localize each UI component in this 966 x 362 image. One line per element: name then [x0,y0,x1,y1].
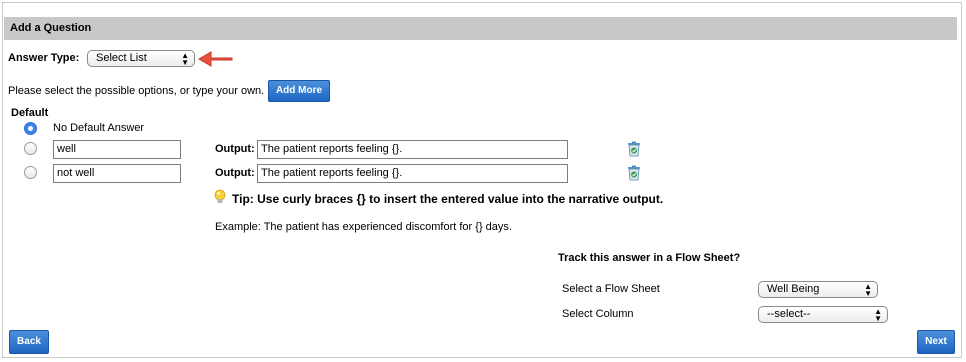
example-text: Example: The patient has experienced dis… [215,221,512,233]
answer-type-label: Answer Type: [8,52,80,64]
tip-text: Tip: Use curly braces {} to insert the e… [232,192,664,206]
options-instruction: Please select the possible options, or t… [8,85,265,97]
output-input-2[interactable]: The patient reports feeling {}. [257,164,568,183]
flow-sheet-heading: Track this answer in a Flow Sheet? [558,252,741,264]
select-arrows-icon: ▲ ▼ [181,51,189,67]
output-input-1[interactable]: The patient reports feeling {}. [257,140,568,159]
select-arrows-icon: ▲ ▼ [864,282,872,298]
answer-type-select[interactable]: Select List ▲ ▼ [87,50,195,67]
column-select[interactable]: --select-- ▲ ▼ [758,306,888,323]
flow-sheet-label: Select a Flow Sheet [562,283,660,295]
select-arrows-icon: ▲ ▼ [874,307,882,323]
option-value-input-1[interactable]: well [53,140,181,159]
answer-type-value: Select List [96,52,147,64]
lightbulb-icon [214,189,226,203]
flow-sheet-select[interactable]: Well Being ▲ ▼ [758,281,878,298]
column-label: Select Column [562,308,634,320]
pointer-arrow-icon [198,51,233,67]
default-heading: Default [11,107,49,119]
no-default-label: No Default Answer [53,122,145,134]
radio-no-default[interactable] [24,122,37,135]
add-more-button[interactable]: Add More [268,80,330,102]
section-header: Add a Question [4,17,957,40]
delete-option-1-trash-icon[interactable] [627,141,641,157]
section-title: Add a Question [10,22,92,34]
radio-option-1[interactable] [24,142,37,155]
option-value-input-2[interactable]: not well [53,164,181,183]
delete-option-2-trash-icon[interactable] [627,165,641,181]
back-button[interactable]: Back [9,330,49,354]
radio-option-2[interactable] [24,166,37,179]
next-button[interactable]: Next [917,330,955,354]
output-label-1: Output: [215,143,255,155]
flow-sheet-value: Well Being [767,283,820,295]
column-value: --select-- [767,308,811,320]
output-label-2: Output: [215,167,255,179]
